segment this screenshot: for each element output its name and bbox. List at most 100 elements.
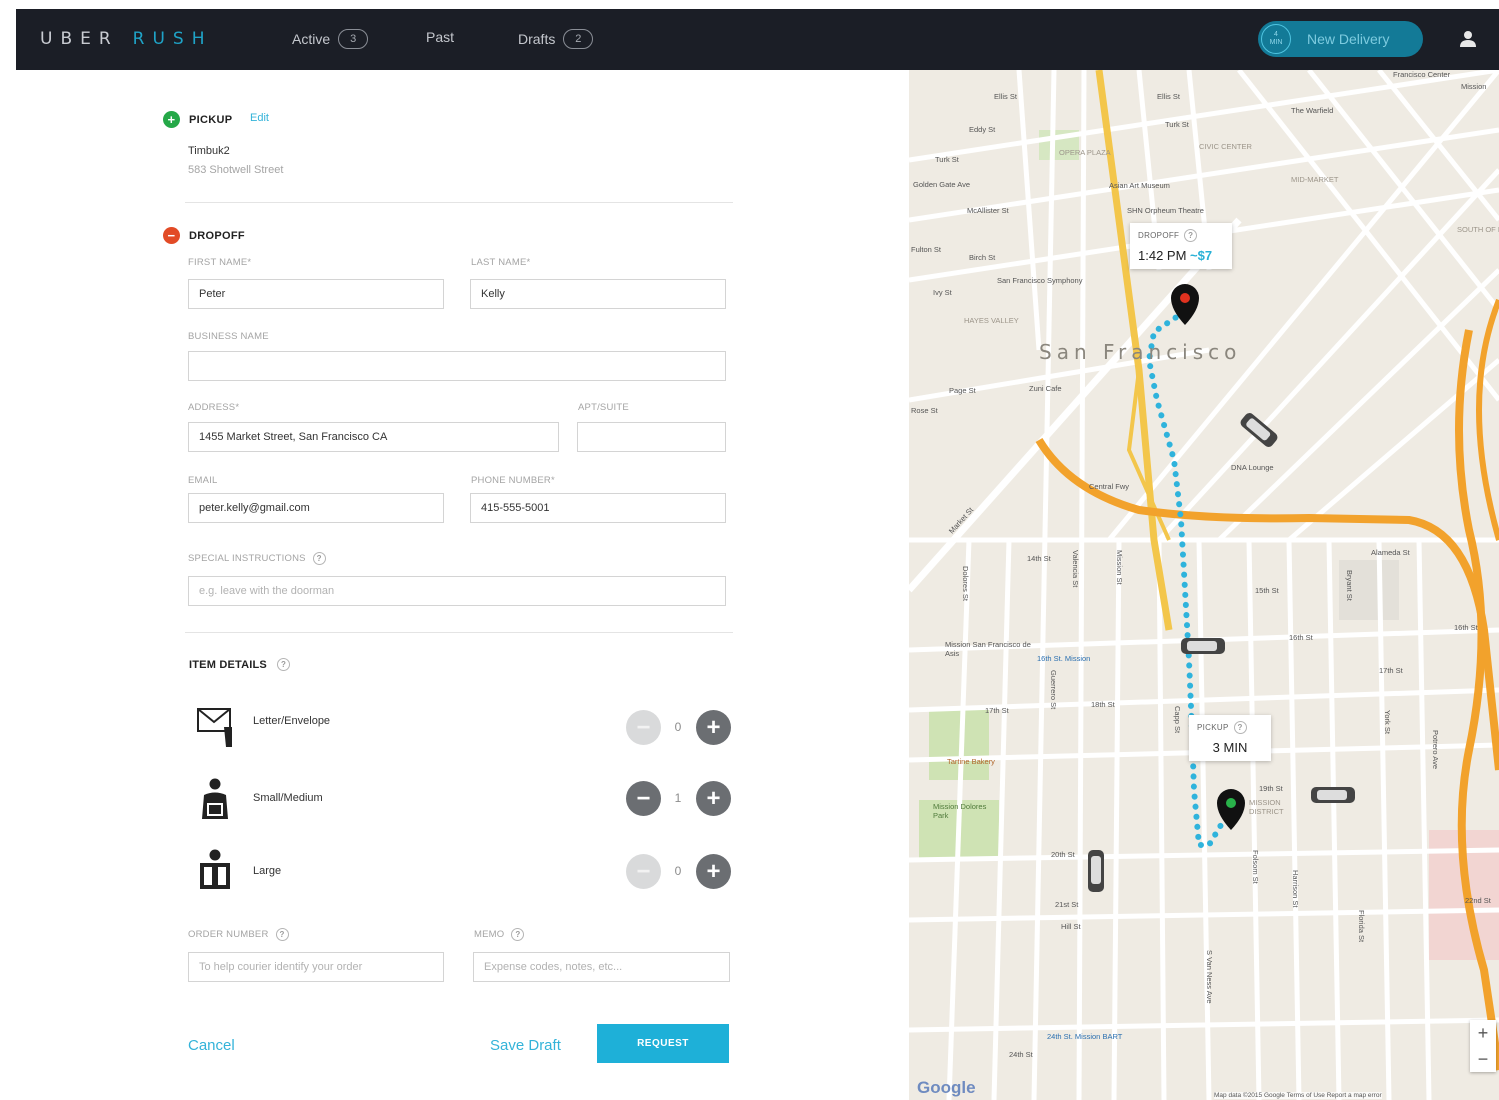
tab-drafts-label: Drafts [518, 31, 556, 47]
map-label: Ellis St [994, 92, 1017, 101]
map-label: Potrero Ave [1431, 730, 1440, 770]
pickup-name: Timbuk2 [188, 145, 230, 157]
map-label: SOUTH OF MARKET [1457, 225, 1499, 234]
map-label: Fulton St [911, 245, 942, 254]
address-label: ADDRESS* [188, 402, 240, 413]
tab-active[interactable]: Active 3 [292, 29, 369, 49]
help-icon[interactable]: ? [312, 552, 326, 565]
pickup-callout[interactable]: PICKUP? 3 MIN [1189, 715, 1271, 761]
map-label: 21st St [1055, 900, 1079, 909]
order-number-label: ORDER NUMBER ? [188, 928, 289, 941]
request-button[interactable]: REQUEST [597, 1024, 729, 1063]
map-label: McAllister St [967, 206, 1009, 215]
help-icon[interactable]: ? [1184, 229, 1198, 242]
city-label: San Francisco [1039, 340, 1242, 364]
map-label: MID-MARKET [1291, 175, 1339, 184]
help-icon[interactable]: ? [275, 928, 289, 941]
small-plus-button[interactable]: + [696, 781, 731, 816]
map-label: SHN Orpheum Theatre [1127, 206, 1204, 215]
email-field[interactable] [188, 493, 444, 523]
map-label: 22nd St [1465, 896, 1491, 905]
zoom-controls: + − [1470, 1020, 1496, 1072]
pickup-heading-text: PICKUP [189, 113, 233, 126]
email-label: EMAIL [188, 475, 218, 486]
map-label: Bryant St [1345, 570, 1354, 601]
special-instructions-field[interactable] [188, 576, 726, 606]
map-label: CIVIC CENTER [1199, 142, 1252, 151]
memo-label-text: MEMO [474, 929, 505, 940]
map-label: 20th St [1051, 850, 1075, 859]
uber-rush-logo[interactable]: UBER RUSH [40, 29, 213, 49]
apt-suite-field[interactable] [577, 422, 726, 452]
save-draft-button[interactable]: Save Draft [490, 1037, 561, 1054]
map-label: Francisco Center [1393, 70, 1451, 79]
map-label: Eddy St [969, 125, 996, 134]
map-label: Florida St [1357, 910, 1366, 943]
eta-badge-unit: MIN [1269, 39, 1283, 46]
edit-pickup-link[interactable]: Edit [250, 112, 269, 124]
business-name-label: BUSINESS NAME [188, 331, 269, 342]
business-name-field[interactable] [188, 351, 726, 381]
help-icon[interactable]: ? [276, 658, 290, 671]
dropoff-callout-caption: DROPOFF [1138, 231, 1180, 240]
help-icon[interactable]: ? [511, 928, 525, 941]
tab-drafts-count: 2 [563, 29, 594, 49]
dropoff-callout[interactable]: DROPOFF? 1:42 PM ~$7 [1130, 223, 1232, 269]
map-label: Alameda St [1371, 548, 1410, 557]
google-logo: Google [917, 1078, 976, 1097]
dropoff-fare: ~$7 [1190, 248, 1213, 263]
first-name-field[interactable] [188, 279, 444, 309]
large-plus-button[interactable]: + [696, 854, 731, 889]
letter-minus-button[interactable]: − [626, 710, 661, 745]
large-quantity: 0 [674, 864, 682, 878]
map-label: Central Fwy [1089, 482, 1130, 491]
memo-label: MEMO ? [474, 928, 525, 941]
map-label: Mission San Francisco de Asis [945, 640, 1031, 658]
tab-active-label: Active [292, 31, 331, 47]
map-label: 16th St. Mission [1037, 654, 1091, 663]
tab-past-label: Past [426, 29, 455, 45]
special-instructions-label: SPECIAL INSTRUCTIONS ? [188, 552, 326, 565]
map-label: 17th St [1379, 666, 1403, 675]
new-delivery-button[interactable]: 4 MIN New Delivery [1258, 21, 1423, 57]
order-number-label-text: ORDER NUMBER [188, 929, 269, 940]
map-label: 24th St. Mission BART [1047, 1032, 1123, 1041]
last-name-field[interactable] [470, 279, 726, 309]
phone-field[interactable] [470, 493, 726, 523]
pickup-address: 583 Shotwell Street [188, 164, 284, 176]
new-delivery-label: New Delivery [1307, 31, 1390, 47]
memo-field[interactable] [473, 952, 730, 982]
logo-uber-text: UBER [40, 29, 119, 49]
dropoff-heading: − DROPOFF [163, 227, 245, 244]
map-attribution[interactable]: Map data ©2015 Google Terms of Use Repor… [1214, 1092, 1382, 1099]
map-label: Mission [1461, 82, 1487, 91]
map-label: Rose St [911, 406, 938, 415]
map-label: Capp St [1173, 706, 1182, 734]
map-label: S Van Ness Ave [1205, 950, 1214, 1004]
order-number-field[interactable] [188, 952, 444, 982]
small-quantity: 1 [674, 791, 682, 805]
last-name-label: LAST NAME* [471, 257, 531, 268]
large-minus-button[interactable]: − [626, 854, 661, 889]
map-label: Tartine Bakery [947, 757, 995, 766]
logo-rush-text: RUSH [132, 29, 213, 49]
tab-past[interactable]: Past [426, 29, 454, 45]
small-minus-button[interactable]: − [626, 781, 661, 816]
pickup-heading: + PICKUP [163, 111, 232, 128]
letter-plus-button[interactable]: + [696, 710, 731, 745]
help-icon[interactable]: ? [1233, 721, 1247, 734]
address-field[interactable] [188, 422, 559, 452]
map-label: Turk St [1165, 120, 1189, 129]
small-package-icon [202, 778, 228, 819]
eta-badge: 4 MIN [1261, 24, 1291, 54]
map-view[interactable]: Francisco Center Mission The Warfield El… [909, 70, 1499, 1100]
zoom-out-button[interactable]: − [1470, 1046, 1496, 1072]
user-icon[interactable] [1458, 29, 1478, 49]
zoom-in-button[interactable]: + [1470, 1020, 1496, 1046]
minus-icon: − [163, 227, 180, 244]
map-label: Folsom St [1251, 850, 1260, 884]
divider [185, 632, 733, 633]
map-label: 17th St [985, 706, 1009, 715]
cancel-button[interactable]: Cancel [188, 1037, 235, 1054]
tab-drafts[interactable]: Drafts 2 [518, 29, 594, 49]
